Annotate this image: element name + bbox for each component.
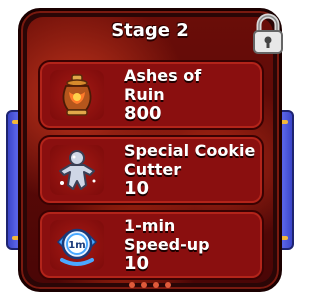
reward-amount: 10 xyxy=(124,253,150,274)
reward-card-ashes-of-ruin[interactable]: Ashes of Ruin 800 xyxy=(38,60,264,130)
decor-dot xyxy=(153,282,159,288)
decor-dot xyxy=(165,282,171,288)
reward-name-line1: Ashes of xyxy=(124,66,202,85)
reward-name-line2: Cutter xyxy=(124,160,182,179)
reward-name-line1: 1-min xyxy=(124,216,176,235)
reward-card-special-cookie-cutter[interactable]: Special Cookie Cutter 10 xyxy=(38,135,264,205)
reward-amount: 10 xyxy=(124,178,150,199)
lock-icon[interactable] xyxy=(250,12,286,56)
decor-dot xyxy=(141,282,147,288)
cookie-cutter-icon xyxy=(59,150,96,190)
reward-icon-frame: 1m xyxy=(50,220,104,270)
reward-icon-frame xyxy=(50,70,104,120)
reward-text: Ashes of Ruin 800 xyxy=(124,66,256,123)
reward-text: Special Cookie Cutter 10 xyxy=(124,141,256,198)
reward-amount: 800 xyxy=(124,103,162,124)
reward-card-1-min-speed-up[interactable]: 1m 1-min Speed-up 10 xyxy=(38,210,264,280)
bottom-decoration-dots xyxy=(0,282,300,288)
ashes-urn-icon xyxy=(62,74,92,116)
reward-text: 1-min Speed-up 10 xyxy=(124,216,256,273)
speed-up-badge: 1m xyxy=(68,240,85,251)
reward-name-line1: Special Cookie xyxy=(124,141,256,160)
reward-icon-frame xyxy=(50,145,104,195)
reward-name-line2: Speed-up xyxy=(124,235,210,254)
decor-dot xyxy=(129,282,135,288)
speed-up-clock-icon: 1m xyxy=(56,228,98,266)
reward-name-line2: Ruin xyxy=(124,85,165,104)
